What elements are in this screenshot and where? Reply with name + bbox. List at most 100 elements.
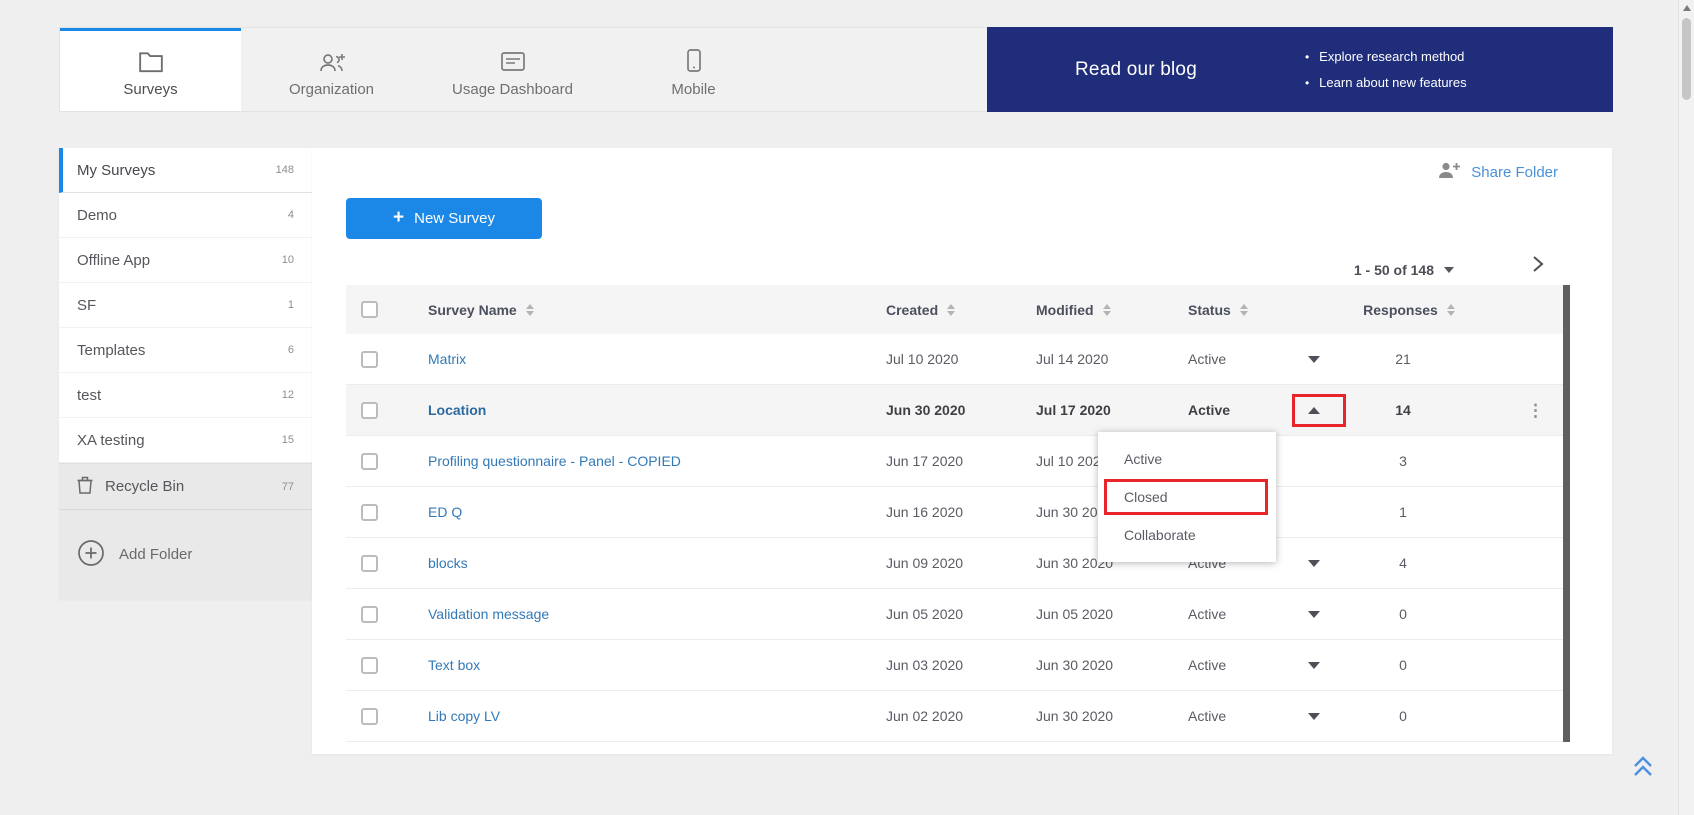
sort-icon[interactable] bbox=[1103, 304, 1111, 316]
scrollbar-thumb[interactable] bbox=[1682, 18, 1691, 100]
table-scrollbar[interactable] bbox=[1563, 285, 1570, 742]
folder-label: Templates bbox=[77, 342, 145, 359]
scroll-to-top-button[interactable] bbox=[1628, 752, 1658, 785]
sidebar-item-my-surveys[interactable]: My Surveys 148 bbox=[59, 148, 312, 193]
row-checkbox[interactable] bbox=[361, 708, 378, 725]
survey-name-link[interactable]: Validation message bbox=[428, 606, 549, 622]
chevron-down-icon[interactable] bbox=[1444, 267, 1454, 273]
folder-count: 4 bbox=[288, 209, 294, 221]
plus-circle-icon bbox=[77, 539, 105, 571]
recycle-bin-label: Recycle Bin bbox=[105, 478, 184, 495]
tab-label: Surveys bbox=[123, 81, 177, 98]
banner-title[interactable]: Read our blog bbox=[1075, 59, 1197, 81]
sidebar-item-templates[interactable]: Templates 6 bbox=[59, 328, 312, 373]
folder-label: Demo bbox=[77, 207, 117, 224]
status-dropdown-toggle[interactable] bbox=[1308, 713, 1320, 720]
tab-mobile[interactable]: Mobile bbox=[603, 28, 784, 111]
survey-name-link[interactable]: Profiling questionnaire - Panel - COPIED bbox=[428, 453, 681, 469]
table-row-selected: Location Jun 30 2020 Jul 17 2020 Active … bbox=[346, 385, 1570, 436]
modified-date: Jul 17 2020 bbox=[1036, 402, 1188, 418]
table-row: Profiling questionnaire - Panel - COPIED… bbox=[346, 436, 1570, 487]
header-created[interactable]: Created bbox=[886, 302, 1036, 318]
folder-count: 10 bbox=[282, 254, 294, 266]
modified-date: Jun 30 2020 bbox=[1036, 657, 1188, 673]
scrollbar-up-arrow-icon[interactable] bbox=[1683, 5, 1691, 11]
header-responses[interactable]: Responses bbox=[1348, 302, 1498, 318]
tab-organization[interactable]: Organization bbox=[241, 28, 422, 111]
survey-name-link[interactable]: Location bbox=[428, 402, 486, 418]
status-option-collaborate[interactable]: Collaborate bbox=[1098, 516, 1276, 554]
table-row: Lib copy LV Jun 02 2020 Jun 30 2020 Acti… bbox=[346, 691, 1570, 742]
add-folder-button[interactable]: Add Folder bbox=[59, 509, 312, 599]
bullet-dot: • bbox=[1305, 76, 1309, 90]
folder-icon bbox=[138, 45, 164, 73]
tab-label: Mobile bbox=[671, 81, 715, 98]
tab-label: Usage Dashboard bbox=[452, 81, 573, 98]
tab-surveys[interactable]: Surveys bbox=[60, 28, 241, 111]
share-person-icon bbox=[1437, 161, 1461, 183]
responses-count: 14 bbox=[1348, 402, 1498, 418]
folder-count: 148 bbox=[276, 164, 294, 176]
row-checkbox[interactable] bbox=[361, 606, 378, 623]
created-date: Jun 02 2020 bbox=[886, 708, 1036, 724]
status-value: Active bbox=[1188, 351, 1226, 367]
next-page-button[interactable] bbox=[1528, 254, 1546, 279]
responses-count: 4 bbox=[1348, 555, 1498, 571]
banner-bullet-list: •Explore research method •Learn about ne… bbox=[1305, 44, 1467, 96]
status-dropdown-toggle[interactable] bbox=[1308, 662, 1320, 669]
row-menu-icon[interactable]: ⋮ bbox=[1527, 402, 1544, 419]
tab-label: Organization bbox=[289, 81, 374, 98]
people-add-icon bbox=[317, 45, 347, 73]
status-option-active[interactable]: Active bbox=[1098, 440, 1276, 478]
recycle-bin-count: 77 bbox=[282, 481, 294, 493]
survey-name-link[interactable]: blocks bbox=[428, 555, 468, 571]
tab-usage-dashboard[interactable]: Usage Dashboard bbox=[422, 28, 603, 111]
row-checkbox[interactable] bbox=[361, 453, 378, 470]
status-dropdown-toggle[interactable] bbox=[1308, 356, 1320, 363]
folder-count: 15 bbox=[282, 434, 294, 446]
survey-name-link[interactable]: Matrix bbox=[428, 351, 466, 367]
row-checkbox[interactable] bbox=[361, 555, 378, 572]
new-survey-button[interactable]: + New Survey bbox=[346, 198, 542, 239]
sort-icon[interactable] bbox=[947, 304, 955, 316]
created-date: Jun 03 2020 bbox=[886, 657, 1036, 673]
header-modified[interactable]: Modified bbox=[1036, 302, 1188, 318]
sidebar-item-offline-app[interactable]: Offline App 10 bbox=[59, 238, 312, 283]
responses-count: 0 bbox=[1348, 657, 1498, 673]
survey-name-link[interactable]: ED Q bbox=[428, 504, 462, 520]
select-all-checkbox[interactable] bbox=[361, 301, 378, 318]
sidebar-item-recycle-bin[interactable]: Recycle Bin 77 bbox=[59, 463, 312, 509]
folders-sidebar: My Surveys 148 Demo 4 Offline App 10 SF … bbox=[59, 148, 312, 599]
row-checkbox[interactable] bbox=[361, 402, 378, 419]
surveys-panel: Share Folder + New Survey 1 - 50 of 148 … bbox=[312, 148, 1612, 754]
table-row: ED Q Jun 16 2020 Jun 30 2020 1 bbox=[346, 487, 1570, 538]
created-date: Jun 17 2020 bbox=[886, 453, 1036, 469]
survey-name-link[interactable]: Lib copy LV bbox=[428, 708, 500, 724]
survey-name-link[interactable]: Text box bbox=[428, 657, 480, 673]
banner-bullet: •Explore research method bbox=[1305, 44, 1467, 70]
sort-icon[interactable] bbox=[1447, 304, 1455, 316]
header-survey-name[interactable]: Survey Name bbox=[428, 302, 886, 318]
sidebar-item-demo[interactable]: Demo 4 bbox=[59, 193, 312, 238]
sidebar-item-sf[interactable]: SF 1 bbox=[59, 283, 312, 328]
row-checkbox[interactable] bbox=[361, 504, 378, 521]
sort-icon[interactable] bbox=[526, 304, 534, 316]
responses-count: 0 bbox=[1348, 708, 1498, 724]
row-checkbox[interactable] bbox=[361, 351, 378, 368]
share-folder-button[interactable]: Share Folder bbox=[1437, 161, 1558, 183]
table-row: Text box Jun 03 2020 Jun 30 2020 Active … bbox=[346, 640, 1570, 691]
modified-date: Jun 05 2020 bbox=[1036, 606, 1188, 622]
pagination-range[interactable]: 1 - 50 of 148 bbox=[1354, 262, 1454, 278]
blog-banner[interactable]: Read our blog •Explore research method •… bbox=[987, 27, 1613, 112]
responses-count: 1 bbox=[1348, 504, 1498, 520]
header-status[interactable]: Status bbox=[1188, 302, 1348, 318]
sidebar-item-xa-testing[interactable]: XA testing 15 bbox=[59, 418, 312, 463]
status-dropdown-toggle[interactable] bbox=[1308, 560, 1320, 567]
page-scrollbar[interactable] bbox=[1678, 0, 1694, 815]
row-checkbox[interactable] bbox=[361, 657, 378, 674]
sort-icon[interactable] bbox=[1240, 304, 1248, 316]
status-value: Active bbox=[1188, 606, 1226, 622]
status-dropdown-toggle[interactable] bbox=[1308, 611, 1320, 618]
table-header-row: Survey Name Created Modified Status Resp… bbox=[346, 285, 1570, 334]
sidebar-item-test[interactable]: test 12 bbox=[59, 373, 312, 418]
